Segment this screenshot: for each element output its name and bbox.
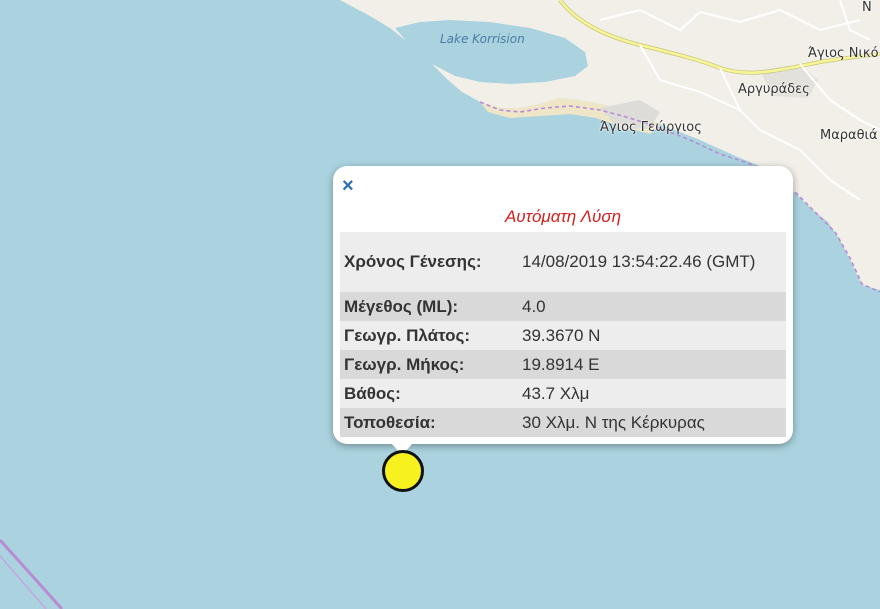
earthquake-marker-icon[interactable] xyxy=(382,450,424,492)
origin-time-label: Χρόνος Γένεσης: xyxy=(340,232,518,292)
location-label: Τοποθεσία: xyxy=(340,408,518,437)
latitude-label: Γεωγρ. Πλάτος: xyxy=(340,321,518,350)
lake-korrision-label: Lake Korrision xyxy=(440,32,525,46)
table-row: Βάθος: 43.7 Χλμ xyxy=(340,379,786,408)
earthquake-info-table: Χρόνος Γένεσης: 14/08/2019 13:54:22.46 (… xyxy=(340,232,786,437)
table-row: Γεωγρ. Μήκος: 19.8914 E xyxy=(340,350,786,379)
magnitude-label: Μέγεθος (ML): xyxy=(340,292,518,321)
depth-label: Βάθος: xyxy=(340,379,518,408)
place-agios-nikolaos-label: Άγιος Νικό xyxy=(808,46,879,61)
sea-boundary-line xyxy=(0,538,64,609)
place-agios-georgios-label: Άγιος Γεώργιος xyxy=(600,120,702,135)
place-marathias-label: Μαραθιά xyxy=(820,128,878,143)
location-value: 30 Χλμ. Ν της Κέρκυρας xyxy=(518,408,786,437)
place-argyrades-label: Αργυράδες xyxy=(738,82,810,97)
longitude-value: 19.8914 E xyxy=(518,350,786,379)
close-icon[interactable]: × xyxy=(342,176,354,196)
table-row: Μέγεθος (ML): 4.0 xyxy=(340,292,786,321)
place-partial-label: Ν xyxy=(862,0,872,15)
map-canvas[interactable]: Lake Korrision Άγιος Νικό Ν Αργυράδες Άγ… xyxy=(0,0,880,609)
popup-title: Αυτόματη Λύση xyxy=(504,207,622,226)
depth-value: 43.7 Χλμ xyxy=(518,379,786,408)
latitude-value: 39.3670 N xyxy=(518,321,786,350)
table-row: Γεωγρ. Πλάτος: 39.3670 N xyxy=(340,321,786,350)
table-row: Τοποθεσία: 30 Χλμ. Ν της Κέρκυρας xyxy=(340,408,786,437)
magnitude-value: 4.0 xyxy=(518,292,786,321)
longitude-label: Γεωγρ. Μήκος: xyxy=(340,350,518,379)
table-row: Χρόνος Γένεσης: 14/08/2019 13:54:22.46 (… xyxy=(340,232,786,292)
origin-time-value: 14/08/2019 13:54:22.46 (GMT) xyxy=(518,232,786,292)
